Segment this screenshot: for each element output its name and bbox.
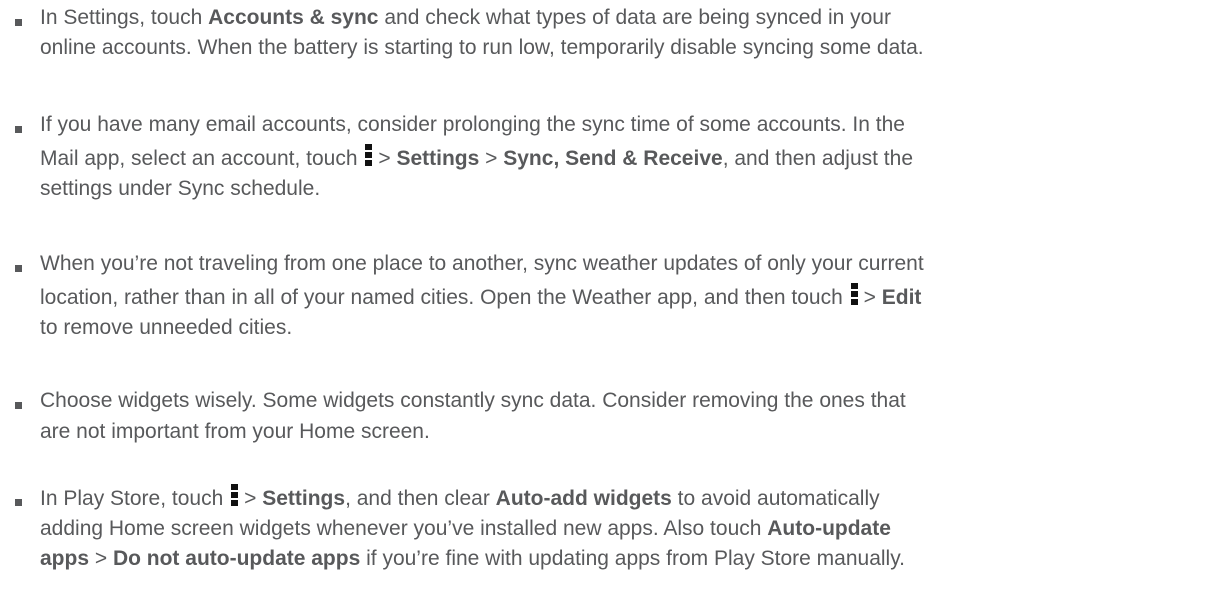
- text-line: apps > Do not auto-update apps if you’re…: [40, 545, 905, 572]
- text-line: location, rather than in all of your nam…: [40, 283, 921, 311]
- text: >: [863, 286, 882, 309]
- text-line: If you have many email accounts, conside…: [40, 111, 905, 138]
- text: adding Home screen widgets whenever you’…: [40, 517, 768, 540]
- text: >: [378, 147, 397, 170]
- text-line: In Play Store, touch > Settings, and the…: [40, 484, 880, 512]
- bullet: [15, 126, 22, 133]
- menu-icon: [365, 144, 373, 167]
- accounts-sync-label: Accounts & sync: [208, 6, 379, 29]
- text: Mail app, select an account, touch: [40, 147, 364, 170]
- text: , and then clear: [345, 487, 496, 510]
- text: Choose widgets wisely. Some widgets cons…: [40, 389, 906, 412]
- text: When you’re not traveling from one place…: [40, 252, 924, 275]
- text-line: to remove unneeded cities.: [40, 314, 292, 341]
- bullet: [15, 265, 22, 272]
- menu-icon: [231, 484, 239, 507]
- bullet: [15, 402, 22, 409]
- settings-label: Settings: [262, 487, 346, 510]
- text: >: [479, 147, 504, 170]
- text-line: When you’re not traveling from one place…: [40, 250, 924, 277]
- text: If you have many email accounts, conside…: [40, 113, 905, 136]
- text-line: adding Home screen widgets whenever you’…: [40, 515, 891, 542]
- tips-list: In Settings, touch Accounts & sync and c…: [0, 0, 1227, 597]
- bullet: [15, 19, 22, 26]
- bullet: [15, 499, 22, 506]
- text: online accounts. When the battery is sta…: [40, 36, 924, 59]
- text: if you’re fine with updating apps from P…: [360, 547, 905, 570]
- text: , and then adjust the: [722, 147, 913, 170]
- text: >: [89, 547, 113, 570]
- settings-label: Settings: [396, 147, 480, 170]
- text-line: settings under Sync schedule.: [40, 175, 320, 202]
- do-not-auto-update-label: Do not auto-update apps: [112, 547, 361, 570]
- text: In Play Store, touch: [40, 487, 230, 510]
- edit-label: Edit: [881, 286, 922, 309]
- text: >: [244, 487, 263, 510]
- text-line: Mail app, select an account, touch > Set…: [40, 144, 913, 172]
- text: to avoid automatically: [671, 487, 880, 510]
- sync-send-receive-label: Sync, Send & Receive: [503, 147, 723, 170]
- apps-label: apps: [40, 547, 90, 570]
- text-line: In Settings, touch Accounts & sync and c…: [40, 4, 891, 31]
- text: In Settings, touch: [40, 6, 209, 29]
- text-line: online accounts. When the battery is sta…: [40, 34, 924, 61]
- text: and check what types of data are being s…: [378, 6, 891, 29]
- text: to remove unneeded cities.: [40, 316, 293, 339]
- text-line: are not important from your Home screen.: [40, 418, 430, 445]
- auto-add-widgets-label: Auto-add widgets: [495, 487, 672, 510]
- text-line: Choose widgets wisely. Some widgets cons…: [40, 387, 906, 414]
- text: settings under Sync schedule.: [40, 177, 321, 200]
- text: location, rather than in all of your nam…: [40, 286, 849, 309]
- text: are not important from your Home screen.: [40, 420, 430, 443]
- menu-icon: [850, 283, 858, 306]
- auto-update-label: Auto-update: [767, 517, 891, 540]
